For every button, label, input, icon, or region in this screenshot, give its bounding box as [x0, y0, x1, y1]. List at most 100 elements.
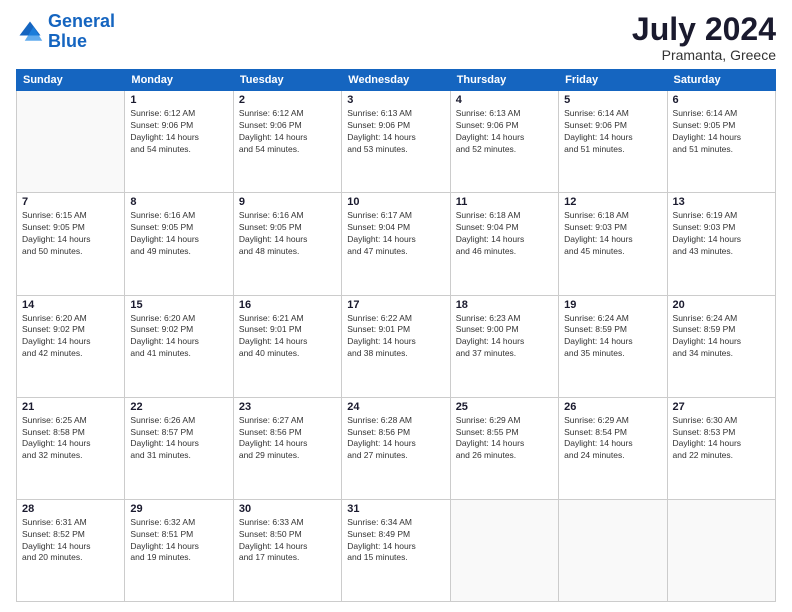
cell-info: Sunrise: 6:30 AM Sunset: 8:53 PM Dayligh…: [673, 415, 770, 463]
day-number: 10: [347, 196, 444, 208]
cell-info: Sunrise: 6:14 AM Sunset: 9:05 PM Dayligh…: [673, 108, 770, 156]
logo-icon: [16, 18, 44, 46]
cell-info: Sunrise: 6:12 AM Sunset: 9:06 PM Dayligh…: [130, 108, 227, 156]
cell-info: Sunrise: 6:13 AM Sunset: 9:06 PM Dayligh…: [347, 108, 444, 156]
table-row: [17, 91, 125, 193]
table-row: 15 Sunrise: 6:20 AM Sunset: 9:02 PM Dayli…: [125, 295, 233, 397]
cell-info: Sunrise: 6:16 AM Sunset: 9:05 PM Dayligh…: [239, 210, 336, 258]
logo-line1: General: [48, 11, 115, 31]
table-row: 11 Sunrise: 6:18 AM Sunset: 9:04 PM Dayli…: [450, 193, 558, 295]
cell-info: Sunrise: 6:29 AM Sunset: 8:55 PM Dayligh…: [456, 415, 553, 463]
table-row: [667, 499, 775, 601]
table-row: 17Sunrise: 6:22 AM Sunset: 9:01 PM Dayli…: [342, 295, 450, 397]
day-number: 9: [239, 196, 336, 208]
cell-info: Sunrise: 6:28 AM Sunset: 8:56 PM Dayligh…: [347, 415, 444, 463]
table-row: 24 Sunrise: 6:28 AM Sunset: 8:56 PM Dayli…: [342, 397, 450, 499]
table-row: 10 Sunrise: 6:17 AM Sunset: 9:04 PM Dayli…: [342, 193, 450, 295]
day-number: 11: [456, 196, 553, 208]
table-row: 22 Sunrise: 6:26 AM Sunset: 8:57 PM Dayli…: [125, 397, 233, 499]
cell-info: Sunrise: 6:25 AM Sunset: 8:58 PM Dayligh…: [22, 415, 119, 463]
title-section: July 2024 Pramanta, Greece: [632, 12, 776, 63]
location: Pramanta, Greece: [632, 47, 776, 63]
day-number: 15: [130, 299, 227, 311]
day-number: 27: [673, 401, 770, 413]
table-row: 8Sunrise: 6:16 AM Sunset: 9:05 PM Daylig…: [125, 193, 233, 295]
cell-info: Sunrise: 6:24 AM Sunset: 8:59 PM Dayligh…: [673, 313, 770, 361]
table-row: 5 Sunrise: 6:14 AM Sunset: 9:06 PM Daylig…: [559, 91, 667, 193]
cell-info: Sunrise: 6:20 AM Sunset: 9:02 PM Dayligh…: [130, 313, 227, 361]
logo-text: General Blue: [48, 12, 115, 52]
logo-line2: Blue: [48, 31, 87, 51]
day-number: 3: [347, 94, 444, 106]
day-number: 30: [239, 503, 336, 515]
cell-info: Sunrise: 6:20 AM Sunset: 9:02 PM Dayligh…: [22, 313, 119, 361]
table-row: [559, 499, 667, 601]
cell-info: Sunrise: 6:12 AM Sunset: 9:06 PM Dayligh…: [239, 108, 336, 156]
header-tuesday: Tuesday: [233, 70, 341, 91]
cell-info: Sunrise: 6:33 AM Sunset: 8:50 PM Dayligh…: [239, 517, 336, 565]
table-row: 29 Sunrise: 6:32 AM Sunset: 8:51 PM Dayli…: [125, 499, 233, 601]
header-wednesday: Wednesday: [342, 70, 450, 91]
calendar-header-row: Sunday Monday Tuesday Wednesday Thursday…: [17, 70, 776, 91]
cell-info: Sunrise: 6:19 AM Sunset: 9:03 PM Dayligh…: [673, 210, 770, 258]
table-row: 23 Sunrise: 6:27 AM Sunset: 8:56 PM Dayli…: [233, 397, 341, 499]
table-row: 31Sunrise: 6:34 AM Sunset: 8:49 PM Dayli…: [342, 499, 450, 601]
day-number: 2: [239, 94, 336, 106]
calendar-table: Sunday Monday Tuesday Wednesday Thursday…: [16, 69, 776, 602]
day-number: 4: [456, 94, 553, 106]
day-number: 21: [22, 401, 119, 413]
cell-info: Sunrise: 6:18 AM Sunset: 9:03 PM Dayligh…: [564, 210, 661, 258]
table-row: 9 Sunrise: 6:16 AM Sunset: 9:05 PM Daylig…: [233, 193, 341, 295]
day-number: 16: [239, 299, 336, 311]
cell-info: Sunrise: 6:13 AM Sunset: 9:06 PM Dayligh…: [456, 108, 553, 156]
table-row: 2 Sunrise: 6:12 AM Sunset: 9:06 PM Daylig…: [233, 91, 341, 193]
day-number: 23: [239, 401, 336, 413]
cell-info: Sunrise: 6:26 AM Sunset: 8:57 PM Dayligh…: [130, 415, 227, 463]
cell-info: Sunrise: 6:18 AM Sunset: 9:04 PM Dayligh…: [456, 210, 553, 258]
cell-info: Sunrise: 6:34 AM Sunset: 8:49 PM Dayligh…: [347, 517, 444, 565]
table-row: 19Sunrise: 6:24 AM Sunset: 8:59 PM Dayli…: [559, 295, 667, 397]
day-number: 5: [564, 94, 661, 106]
table-row: 1 Sunrise: 6:12 AM Sunset: 9:06 PM Daylig…: [125, 91, 233, 193]
header-sunday: Sunday: [17, 70, 125, 91]
cell-info: Sunrise: 6:31 AM Sunset: 8:52 PM Dayligh…: [22, 517, 119, 565]
table-row: 16Sunrise: 6:21 AM Sunset: 9:01 PM Dayli…: [233, 295, 341, 397]
day-number: 24: [347, 401, 444, 413]
table-row: 12Sunrise: 6:18 AM Sunset: 9:03 PM Dayli…: [559, 193, 667, 295]
table-row: 3 Sunrise: 6:13 AM Sunset: 9:06 PM Daylig…: [342, 91, 450, 193]
cell-info: Sunrise: 6:16 AM Sunset: 9:05 PM Dayligh…: [130, 210, 227, 258]
cell-info: Sunrise: 6:15 AM Sunset: 9:05 PM Dayligh…: [22, 210, 119, 258]
day-number: 29: [130, 503, 227, 515]
cell-info: Sunrise: 6:27 AM Sunset: 8:56 PM Dayligh…: [239, 415, 336, 463]
day-number: 28: [22, 503, 119, 515]
table-row: 30 Sunrise: 6:33 AM Sunset: 8:50 PM Dayli…: [233, 499, 341, 601]
cell-info: Sunrise: 6:23 AM Sunset: 9:00 PM Dayligh…: [456, 313, 553, 361]
logo: General Blue: [16, 12, 115, 52]
table-row: 26 Sunrise: 6:29 AM Sunset: 8:54 PM Dayli…: [559, 397, 667, 499]
day-number: 20: [673, 299, 770, 311]
cell-info: Sunrise: 6:17 AM Sunset: 9:04 PM Dayligh…: [347, 210, 444, 258]
cell-info: Sunrise: 6:14 AM Sunset: 9:06 PM Dayligh…: [564, 108, 661, 156]
table-row: 25Sunrise: 6:29 AM Sunset: 8:55 PM Dayli…: [450, 397, 558, 499]
table-row: 13Sunrise: 6:19 AM Sunset: 9:03 PM Dayli…: [667, 193, 775, 295]
table-row: [450, 499, 558, 601]
cell-info: Sunrise: 6:29 AM Sunset: 8:54 PM Dayligh…: [564, 415, 661, 463]
day-number: 6: [673, 94, 770, 106]
top-section: General Blue July 2024 Pramanta, Greece: [16, 12, 776, 63]
table-row: 20 Sunrise: 6:24 AM Sunset: 8:59 PM Dayli…: [667, 295, 775, 397]
table-row: 28 Sunrise: 6:31 AM Sunset: 8:52 PM Dayli…: [17, 499, 125, 601]
day-number: 22: [130, 401, 227, 413]
header-friday: Friday: [559, 70, 667, 91]
table-row: 4 Sunrise: 6:13 AM Sunset: 9:06 PM Daylig…: [450, 91, 558, 193]
day-number: 26: [564, 401, 661, 413]
day-number: 18: [456, 299, 553, 311]
header-saturday: Saturday: [667, 70, 775, 91]
day-number: 1: [130, 94, 227, 106]
day-number: 7: [22, 196, 119, 208]
table-row: 21 Sunrise: 6:25 AM Sunset: 8:58 PM Dayli…: [17, 397, 125, 499]
table-row: 7 Sunrise: 6:15 AM Sunset: 9:05 PM Daylig…: [17, 193, 125, 295]
cell-info: Sunrise: 6:32 AM Sunset: 8:51 PM Dayligh…: [130, 517, 227, 565]
month-year: July 2024: [632, 12, 776, 47]
table-row: 27 Sunrise: 6:30 AM Sunset: 8:53 PM Dayli…: [667, 397, 775, 499]
table-row: 6 Sunrise: 6:14 AM Sunset: 9:05 PM Daylig…: [667, 91, 775, 193]
